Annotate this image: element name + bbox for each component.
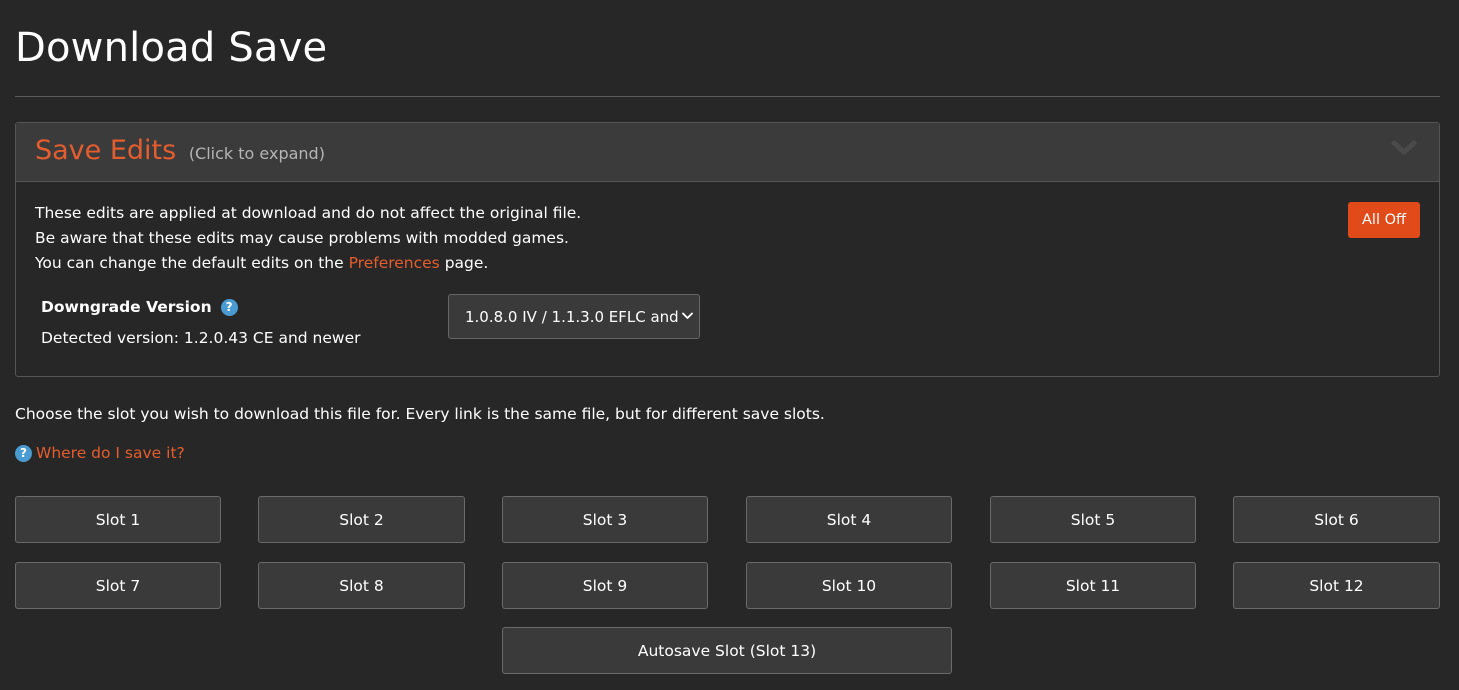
- save-edits-expand-hint: (Click to expand): [188, 144, 325, 163]
- slot-5-button[interactable]: Slot 5: [990, 496, 1196, 543]
- downgrade-version-selected: 1.0.8.0 IV / 1.1.3.0 EFLC and older: [465, 308, 679, 326]
- preferences-link[interactable]: Preferences: [349, 254, 440, 272]
- preferences-line: You can change the default edits on the …: [35, 251, 488, 276]
- save-edits-body: These edits are applied at download and …: [16, 182, 1439, 375]
- caret-down-icon: [682, 312, 693, 319]
- slot-2-button[interactable]: Slot 2: [258, 496, 465, 543]
- slot-4-button[interactable]: Slot 4: [746, 496, 952, 543]
- slot-3-button[interactable]: Slot 3: [502, 496, 708, 543]
- downgrade-version-select[interactable]: 1.0.8.0 IV / 1.1.3.0 EFLC and older: [448, 294, 700, 339]
- autosave-slot-button[interactable]: Autosave Slot (Slot 13): [502, 627, 952, 674]
- chevron-down-icon[interactable]: [1391, 139, 1417, 157]
- save-edits-header[interactable]: Save Edits (Click to expand): [16, 123, 1439, 182]
- slot-10-button[interactable]: Slot 10: [746, 562, 952, 609]
- slot-1-button[interactable]: Slot 1: [15, 496, 221, 543]
- downgrade-version-label-wrap: Downgrade Version ?: [41, 295, 238, 319]
- where-do-i-save-link[interactable]: Where do I save it?: [36, 441, 185, 465]
- downgrade-version-label: Downgrade Version: [41, 298, 212, 316]
- slot-12-button[interactable]: Slot 12: [1233, 562, 1440, 609]
- save-edits-panel: Save Edits (Click to expand) These edits…: [15, 122, 1440, 377]
- detected-version-text: Detected version: 1.2.0.43 CE and newer: [41, 329, 361, 347]
- save-edits-title-wrap: Save Edits (Click to expand): [35, 133, 325, 172]
- all-off-button[interactable]: All Off: [1348, 202, 1420, 238]
- preferences-suffix: page.: [444, 254, 489, 272]
- edits-warning-line: Be aware that these edits may cause prob…: [35, 229, 569, 247]
- preferences-prefix: You can change the default edits on the: [35, 254, 344, 272]
- save-edits-title: Save Edits: [35, 135, 177, 166]
- slot-7-button[interactable]: Slot 7: [15, 562, 221, 609]
- slot-6-button[interactable]: Slot 6: [1233, 496, 1440, 543]
- question-circle-icon: ?: [15, 444, 32, 462]
- question-circle-icon[interactable]: ?: [220, 298, 238, 316]
- slot-9-button[interactable]: Slot 9: [502, 562, 708, 609]
- slot-11-button[interactable]: Slot 11: [990, 562, 1196, 609]
- title-divider: [15, 96, 1440, 97]
- slot-instructions: Choose the slot you wish to download thi…: [15, 405, 825, 423]
- edits-info-line: These edits are applied at download and …: [35, 204, 582, 222]
- page-title: Download Save: [15, 25, 328, 71]
- slot-8-button[interactable]: Slot 8: [258, 562, 465, 609]
- where-to-save-help[interactable]: ? Where do I save it?: [15, 441, 185, 465]
